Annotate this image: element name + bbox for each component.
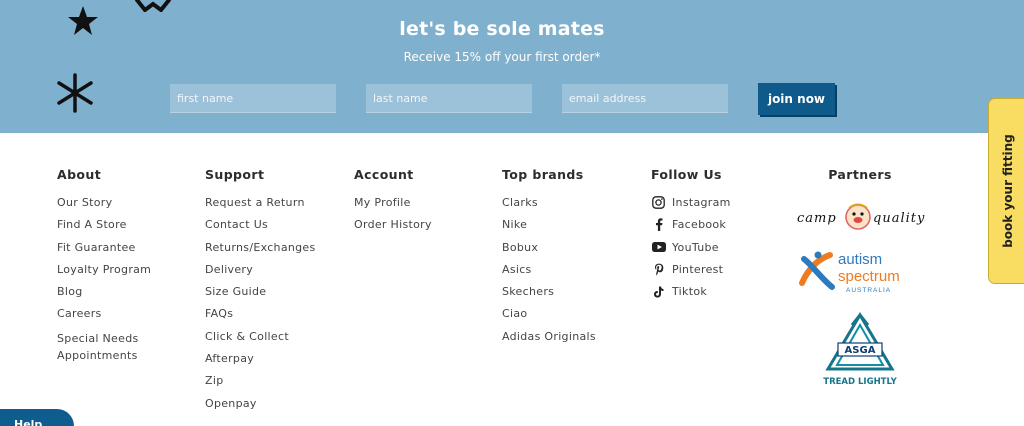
autism-line2: spectrum: [838, 268, 900, 285]
join-now-button[interactable]: join now: [758, 83, 835, 115]
asga-tread-lightly-logo[interactable]: ASGA TREAD LIGHTLY: [822, 311, 898, 387]
about-heading: About: [57, 167, 102, 182]
brand-link-asics[interactable]: Asics: [502, 263, 596, 276]
about-link-careers[interactable]: Careers: [57, 307, 151, 320]
follow-link-instagram[interactable]: Instagram: [651, 196, 731, 209]
about-column: About Our Story Find A Store Fit Guarant…: [57, 167, 151, 374]
last-name-input[interactable]: [366, 84, 532, 113]
star-decoration-icon: [135, 0, 171, 12]
brand-link-nike[interactable]: Nike: [502, 218, 596, 231]
first-name-input[interactable]: [170, 84, 336, 113]
follow-column: Follow Us Instagram Facebook YouTube Pin…: [651, 167, 731, 307]
autism-spectrum-logo[interactable]: autism spectrum AUSTRALIA: [798, 247, 928, 297]
pinterest-icon: [651, 263, 666, 276]
about-link-special-needs[interactable]: Special Needs Appointments: [57, 330, 147, 365]
email-input[interactable]: [562, 84, 728, 113]
instagram-icon: [651, 196, 666, 209]
autism-line1: autism: [838, 251, 882, 268]
support-link-size-guide[interactable]: Size Guide: [205, 285, 316, 298]
about-link-find-a-store[interactable]: Find A Store: [57, 218, 151, 231]
follow-label: Instagram: [672, 196, 731, 209]
about-link-blog[interactable]: Blog: [57, 285, 151, 298]
asga-badge: ASGA: [845, 345, 876, 356]
follow-link-tiktok[interactable]: Tiktok: [651, 285, 731, 298]
book-fitting-tab[interactable]: book your fitting: [988, 98, 1024, 284]
newsletter-title: let's be sole mates: [399, 18, 605, 40]
youtube-icon: [651, 241, 666, 254]
support-link-openpay[interactable]: Openpay: [205, 397, 316, 410]
follow-link-facebook[interactable]: Facebook: [651, 218, 731, 232]
support-link-zip[interactable]: Zip: [205, 374, 316, 387]
support-link-contact-us[interactable]: Contact Us: [205, 218, 316, 231]
brand-link-adidas-originals[interactable]: Adidas Originals: [502, 330, 596, 343]
follow-label: Tiktok: [672, 285, 708, 299]
help-label: Help: [14, 418, 43, 426]
follow-label: Facebook: [672, 218, 727, 232]
brands-column: Top brands Clarks Nike Bobux Asics Skech…: [502, 167, 596, 352]
follow-link-youtube[interactable]: YouTube: [651, 241, 731, 254]
follow-label: YouTube: [672, 240, 719, 254]
newsletter-band: let's be sole mates Receive 15% off your…: [0, 0, 1024, 133]
support-link-request-return[interactable]: Request a Return: [205, 196, 316, 209]
camp-quality-right: quality.: [873, 211, 925, 226]
support-link-faqs[interactable]: FAQs: [205, 307, 316, 320]
about-link-fit-guarantee[interactable]: Fit Guarantee: [57, 241, 151, 254]
follow-label: Pinterest: [672, 262, 724, 276]
brands-heading: Top brands: [502, 167, 584, 182]
brand-link-bobux[interactable]: Bobux: [502, 241, 596, 254]
autism-line3: AUSTRALIA: [846, 287, 891, 294]
support-heading: Support: [205, 167, 265, 182]
asterisk-decoration-icon: [57, 73, 93, 113]
about-link-loyalty-program[interactable]: Loyalty Program: [57, 263, 151, 276]
asga-tagline: TREAD LIGHTLY: [823, 377, 897, 387]
brand-link-ciao[interactable]: Ciao: [502, 307, 596, 320]
support-link-afterpay[interactable]: Afterpay: [205, 352, 316, 365]
follow-heading: Follow Us: [651, 167, 722, 182]
account-link-my-profile[interactable]: My Profile: [354, 196, 432, 209]
support-link-delivery[interactable]: Delivery: [205, 263, 316, 276]
account-column: Account My Profile Order History: [354, 167, 432, 241]
about-link-our-story[interactable]: Our Story: [57, 196, 151, 209]
follow-link-pinterest[interactable]: Pinterest: [651, 263, 731, 276]
support-column: Support Request a Return Contact Us Retu…: [205, 167, 316, 419]
account-link-order-history[interactable]: Order History: [354, 218, 432, 231]
support-link-click-collect[interactable]: Click & Collect: [205, 330, 316, 343]
camp-quality-logo[interactable]: camp quality.: [795, 199, 925, 235]
camp-quality-left: camp: [797, 211, 837, 226]
brand-link-skechers[interactable]: Skechers: [502, 285, 596, 298]
help-button[interactable]: Help: [0, 409, 74, 426]
tiktok-icon: [651, 285, 666, 298]
newsletter-subtitle: Receive 15% off your first order*: [403, 50, 601, 64]
book-fitting-label: book your fitting: [1001, 134, 1015, 248]
brand-link-clarks[interactable]: Clarks: [502, 196, 596, 209]
account-heading: Account: [354, 167, 414, 182]
support-link-returns-exchanges[interactable]: Returns/Exchanges: [205, 241, 316, 254]
partners-column: Partners camp quality. autism spectrum A…: [790, 167, 930, 387]
facebook-icon: [651, 218, 666, 232]
partners-heading: Partners: [828, 167, 892, 182]
